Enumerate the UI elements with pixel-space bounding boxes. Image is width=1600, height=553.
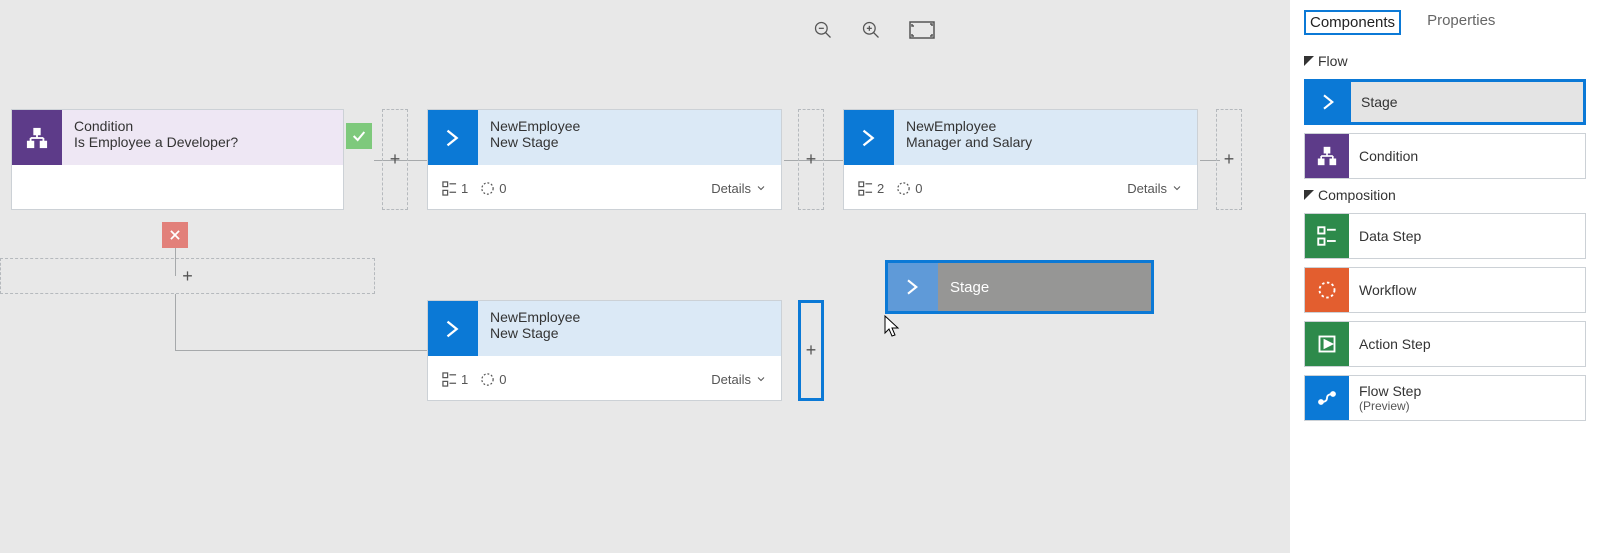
stage-card-newstage-2[interactable]: NewEmployee New Stage 1 0 Details <box>427 300 782 401</box>
zoom-out-icon[interactable] <box>813 20 833 40</box>
stage-card-manager-salary[interactable]: NewEmployee Manager and Salary 2 0 Detai… <box>843 109 1198 210</box>
plus-icon: + <box>1224 149 1235 170</box>
stage-icon <box>844 110 894 165</box>
add-stage-dropzone[interactable]: + <box>1216 109 1242 210</box>
condition-label: Condition <box>74 118 331 134</box>
component-stage[interactable]: Stage <box>1304 79 1586 125</box>
collapse-icon <box>1304 56 1314 66</box>
section-composition[interactable]: Composition <box>1304 187 1586 203</box>
details-toggle[interactable]: Details <box>1127 181 1183 196</box>
stage-card-newstage-1[interactable]: NewEmployee New Stage 1 0 Details <box>427 109 782 210</box>
stage-entity: NewEmployee <box>906 118 1185 134</box>
component-workflow[interactable]: Workflow <box>1304 267 1586 313</box>
workflows-count: 0 <box>480 372 506 387</box>
tab-components[interactable]: Components <box>1304 10 1401 35</box>
component-flow-step[interactable]: Flow Step (Preview) <box>1304 375 1586 421</box>
fit-screen-icon[interactable] <box>909 21 935 39</box>
connector <box>175 350 427 351</box>
add-stage-dropzone-active[interactable]: + <box>798 300 824 401</box>
plus-icon: + <box>390 149 401 170</box>
dragging-stage-component: Stage <box>885 260 1154 314</box>
stage-entity: NewEmployee <box>490 118 769 134</box>
component-action-step[interactable]: Action Step <box>1304 321 1586 367</box>
action-step-icon <box>1305 322 1349 366</box>
condition-icon <box>1305 134 1349 178</box>
stage-entity: NewEmployee <box>490 309 769 325</box>
stage-name: Manager and Salary <box>906 134 1185 150</box>
details-toggle[interactable]: Details <box>711 372 767 387</box>
components-panel: Components Properties Flow Stage Conditi… <box>1290 0 1600 553</box>
stage-icon <box>888 263 938 311</box>
plus-icon: + <box>806 340 817 361</box>
chevron-down-icon <box>755 373 767 385</box>
stage-icon <box>428 301 478 356</box>
component-data-step[interactable]: Data Step <box>1304 213 1586 259</box>
component-condition[interactable]: Condition <box>1304 133 1586 179</box>
plus-icon: + <box>806 149 817 170</box>
add-branch-dropzone[interactable]: + <box>0 258 375 294</box>
details-toggle[interactable]: Details <box>711 181 767 196</box>
section-flow[interactable]: Flow <box>1304 53 1586 69</box>
connector <box>175 294 176 350</box>
steps-count: 1 <box>442 181 468 196</box>
canvas-toolbar <box>813 20 935 40</box>
collapse-icon <box>1304 190 1314 200</box>
stage-name: New Stage <box>490 325 769 341</box>
condition-false-icon <box>162 222 188 248</box>
stage-icon <box>428 110 478 165</box>
condition-icon <box>12 110 62 165</box>
steps-count: 1 <box>442 372 468 387</box>
add-stage-dropzone[interactable]: + <box>382 109 408 210</box>
condition-card[interactable]: Condition Is Employee a Developer? <box>11 109 344 210</box>
chevron-down-icon <box>755 182 767 194</box>
data-step-icon <box>1305 214 1349 258</box>
zoom-in-icon[interactable] <box>861 20 881 40</box>
condition-question: Is Employee a Developer? <box>74 134 331 150</box>
tab-properties[interactable]: Properties <box>1423 10 1499 35</box>
add-stage-dropzone[interactable]: + <box>798 109 824 210</box>
chevron-down-icon <box>1171 182 1183 194</box>
plus-icon: + <box>182 266 193 287</box>
flow-step-icon <box>1305 376 1349 420</box>
workflows-count: 0 <box>896 181 922 196</box>
workflow-icon <box>1305 268 1349 312</box>
stage-name: New Stage <box>490 134 769 150</box>
mouse-cursor-icon <box>884 315 902 337</box>
stage-icon <box>1307 80 1351 124</box>
workflows-count: 0 <box>480 181 506 196</box>
condition-true-icon <box>346 123 372 149</box>
process-designer-canvas[interactable]: Condition Is Employee a Developer? + + N… <box>0 0 1280 553</box>
steps-count: 2 <box>858 181 884 196</box>
dragging-stage-label: Stage <box>938 279 989 296</box>
